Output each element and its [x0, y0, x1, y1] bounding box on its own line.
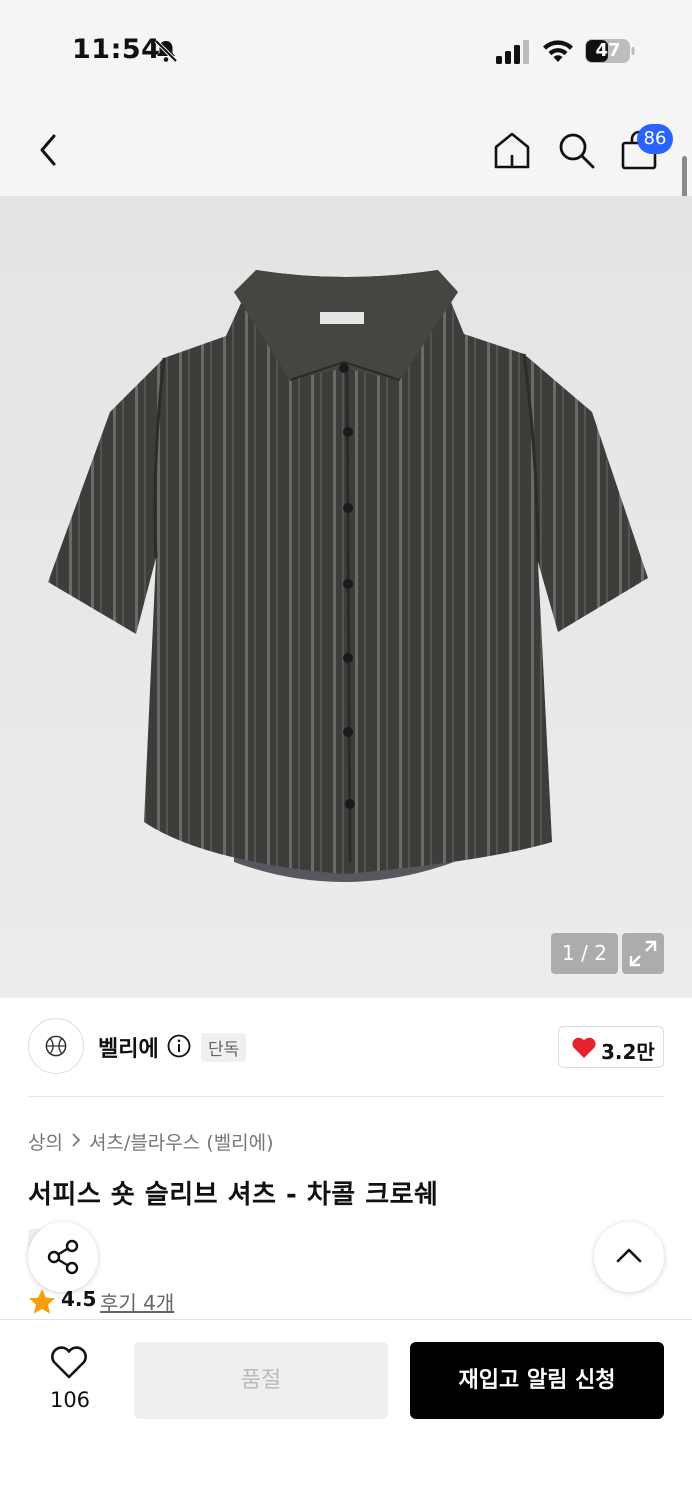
scroll-to-top-button[interactable] [594, 1222, 664, 1292]
chevron-right-icon [72, 1133, 81, 1147]
breadcrumb-level1[interactable]: 상의 [28, 1132, 63, 1154]
product-image [48, 270, 648, 882]
share-button[interactable] [28, 1222, 98, 1292]
status-time: 11:54 [72, 34, 161, 65]
share-icon [47, 1239, 79, 1275]
restock-alert-button[interactable]: 재입고 알림 신청 [410, 1342, 664, 1419]
cellular-signal-icon [496, 40, 529, 64]
status-bar: 11:54 47 [0, 0, 692, 100]
top-navigation: 86 [0, 100, 692, 196]
bell-slash-icon [154, 39, 178, 63]
wish-count: 106 [49, 1388, 91, 1412]
bottom-action-bar: 106 품절 재입고 알림 신청 [0, 1319, 692, 1500]
brand-like-count: 3.2만 [601, 1040, 655, 1064]
breadcrumb: 상의 셔츠/블라우스 (벨리에) [28, 1128, 274, 1155]
wifi-icon [543, 40, 573, 62]
soldout-button[interactable]: 품절 [134, 1342, 388, 1419]
brand-logo[interactable] [28, 1018, 84, 1074]
search-icon[interactable] [556, 130, 596, 170]
breadcrumb-level2[interactable]: 셔츠/블라우스 (벨리에) [89, 1132, 274, 1154]
home-icon[interactable] [492, 130, 532, 170]
divider [28, 1096, 664, 1097]
product-title: 서피스 숏 슬리브 셔츠 - 차콜 크로쉐 [28, 1180, 439, 1210]
exclusive-tag: 단독 [201, 1033, 247, 1062]
star-icon [29, 1289, 55, 1314]
expand-icon[interactable] [622, 933, 664, 974]
chevron-left-icon[interactable] [34, 132, 64, 168]
battery-level: 47 [595, 40, 621, 61]
info-icon[interactable] [167, 1034, 191, 1058]
heart-outline-icon[interactable] [50, 1346, 88, 1380]
heart-filled-icon [572, 1037, 596, 1058]
brand-like-button[interactable]: 3.2만 [558, 1026, 664, 1068]
product-image-gallery[interactable]: 1 / 2 [0, 196, 692, 998]
brand-name[interactable]: 벨리에 [98, 1031, 159, 1063]
chevron-up-icon [616, 1248, 642, 1263]
rating-value: 4.5 [61, 1287, 97, 1311]
reviews-link[interactable]: 후기 4개 [100, 1287, 174, 1316]
cart-count-badge: 86 [637, 124, 673, 154]
image-counter: 1 / 2 [551, 933, 618, 974]
